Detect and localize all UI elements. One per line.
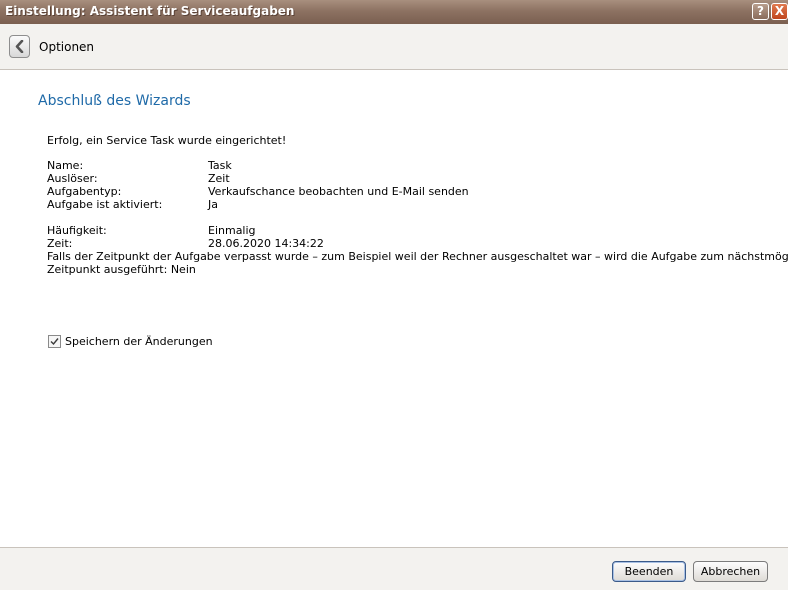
title-bar: Einstellung: Assistent für Serviceaufgab… (0, 0, 788, 24)
detail-label-trigger: Auslöser: (47, 172, 98, 185)
footer: Beenden Abbrechen (0, 547, 788, 590)
save-changes-checkbox[interactable] (48, 335, 61, 348)
toolbar: Optionen (0, 24, 788, 70)
schedule-value-time: 28.06.2020 14:34:22 (208, 237, 324, 250)
schedule-label-frequency: Häufigkeit: (47, 224, 107, 237)
detail-value-name: Task (208, 159, 232, 172)
close-button[interactable]: X (771, 3, 788, 20)
options-label: Optionen (39, 40, 95, 54)
detail-label-active: Aufgabe ist aktiviert: (47, 198, 163, 211)
detail-value-task-type: Verkaufschance beobachten und E-Mail sen… (208, 185, 469, 198)
chevron-left-icon (15, 40, 24, 53)
missed-note-line2: Zeitpunkt ausgeführt: Nein (47, 263, 196, 276)
page-title: Abschluß des Wizards (38, 93, 191, 109)
missed-note-line1: Falls der Zeitpunkt der Aufgabe verpasst… (47, 250, 788, 263)
success-message: Erfolg, ein Service Task wurde eingerich… (47, 134, 287, 147)
back-button[interactable] (9, 35, 30, 58)
help-button[interactable]: ? (752, 3, 769, 20)
detail-value-active: Ja (208, 198, 218, 211)
schedule-label-time: Zeit: (47, 237, 73, 250)
checkmark-icon (50, 338, 59, 346)
detail-label-name: Name: (47, 159, 84, 172)
cancel-button[interactable]: Abbrechen (693, 561, 768, 582)
schedule-value-frequency: Einmalig (208, 224, 256, 237)
detail-value-trigger: Zeit (208, 172, 230, 185)
finish-button[interactable]: Beenden (612, 561, 686, 582)
save-changes-label[interactable]: Speichern der Änderungen (65, 335, 213, 348)
window-title: Einstellung: Assistent für Serviceaufgab… (5, 4, 295, 18)
detail-label-task-type: Aufgabentyp: (47, 185, 122, 198)
